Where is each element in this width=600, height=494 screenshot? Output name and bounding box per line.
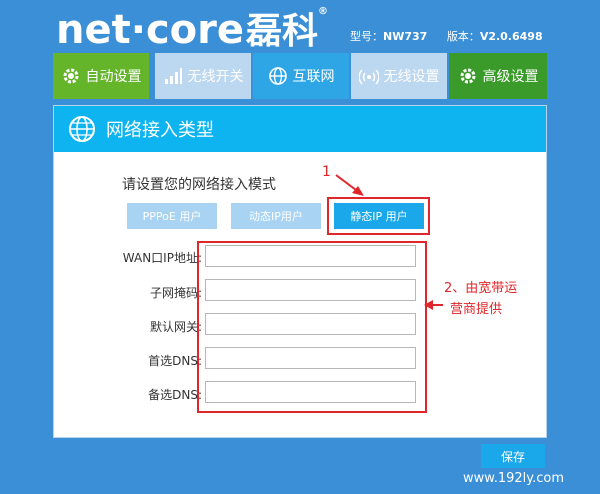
annotation-step-2: 2、由宽带运 营商提供 <box>444 281 518 317</box>
save-button[interactable]: 保存 <box>481 444 545 468</box>
arrow-head <box>424 300 433 310</box>
annotation-step-1: 1 <box>322 164 331 180</box>
annotation-arrows <box>335 174 443 310</box>
watermark: www.192ly.com <box>463 471 564 486</box>
